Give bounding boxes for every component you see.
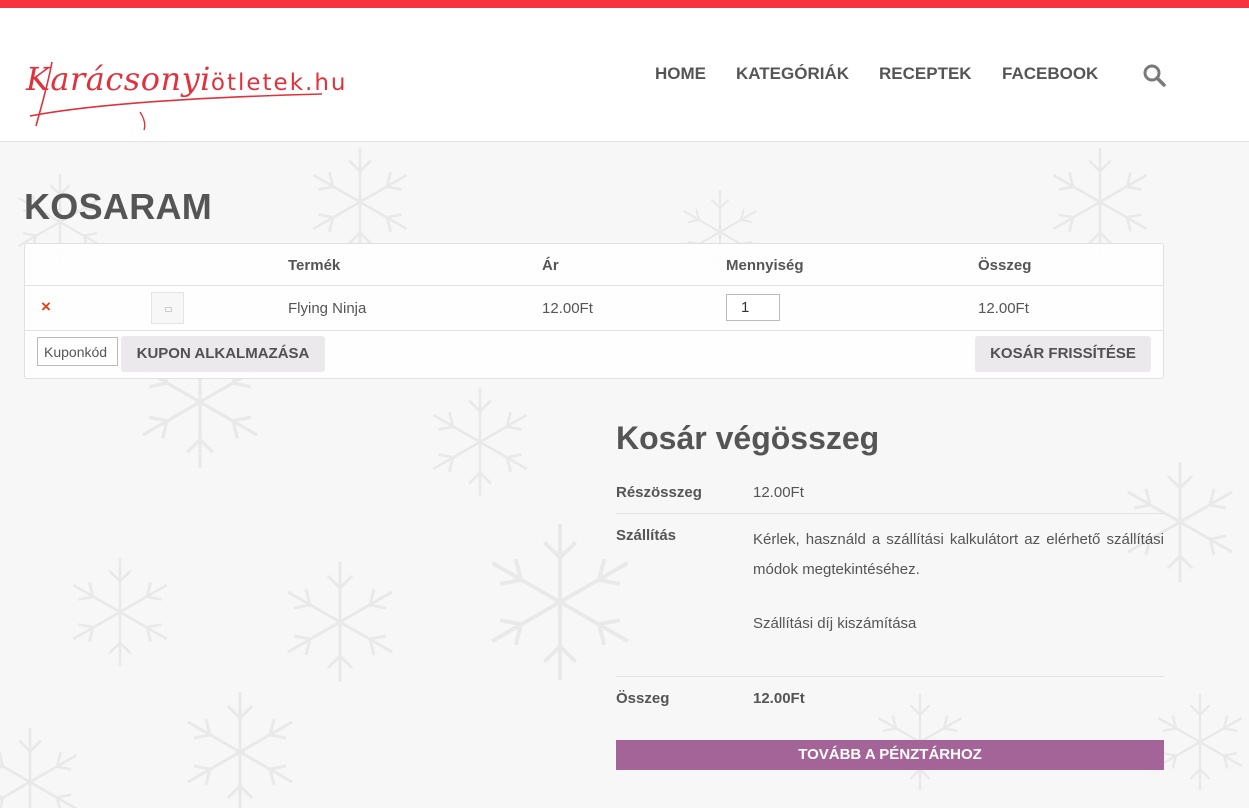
cart-table: Termék Ár Mennyiség Összeg × Flying Ninj… [24, 243, 1164, 379]
divider [25, 330, 1163, 331]
quantity-input[interactable]: 1 [726, 294, 780, 321]
site-logo[interactable]: Karácsonyiötletek.hu [22, 54, 345, 134]
product-subtotal: 12.00Ft [978, 300, 1029, 317]
header-subtotal: Összeg [978, 257, 1032, 274]
apply-coupon-button[interactable]: KUPON ALKALMAZÁSA [121, 336, 325, 372]
header-product: Termék [288, 257, 341, 274]
logo-text: Karácsonyiötletek.hu [26, 60, 348, 98]
product-name[interactable]: Flying Ninja [288, 300, 366, 317]
divider [616, 513, 1164, 514]
nav-facebook[interactable]: FACEBOOK [1002, 64, 1098, 84]
divider [616, 676, 1164, 677]
header-price: Ár [542, 257, 559, 274]
subtotal-value: 12.00Ft [753, 484, 804, 501]
total-value: 12.00Ft [753, 690, 805, 707]
page-title: KOSARAM [24, 186, 213, 227]
update-cart-button[interactable]: KOSÁR FRISSÍTÉSE [975, 336, 1151, 372]
product-thumbnail[interactable] [151, 292, 184, 324]
shipping-calculator-link[interactable]: Szállítási díj kiszámítása [753, 615, 916, 632]
nav-kategoriak[interactable]: KATEGÓRIÁK [736, 64, 849, 84]
shipping-label: Szállítás [616, 527, 677, 544]
snowflake-background [0, 146, 1243, 808]
totals-title: Kosár végösszeg [616, 420, 880, 456]
header-quantity: Mennyiség [726, 257, 804, 274]
product-price: 12.00Ft [542, 300, 593, 317]
nav-receptek[interactable]: RECEPTEK [879, 64, 972, 84]
top-accent-bar [0, 0, 1249, 8]
shipping-description: Kérlek, használd a szállítási kalkulátor… [753, 531, 1164, 578]
divider [25, 285, 1163, 286]
remove-item-icon[interactable]: × [41, 297, 51, 317]
nav-home[interactable]: HOME [655, 64, 706, 84]
checkout-button[interactable]: TOVÁBB A PÉNZTÁRHOZ [616, 740, 1164, 770]
subtotal-label: Részösszeg [616, 484, 702, 501]
site-header: Karácsonyiötletek.hu HOME KATEGÓRIÁK REC… [0, 8, 1249, 142]
coupon-input[interactable]: Kuponkód [37, 337, 118, 366]
search-icon[interactable] [1142, 63, 1166, 87]
total-label: Összeg [616, 690, 670, 707]
